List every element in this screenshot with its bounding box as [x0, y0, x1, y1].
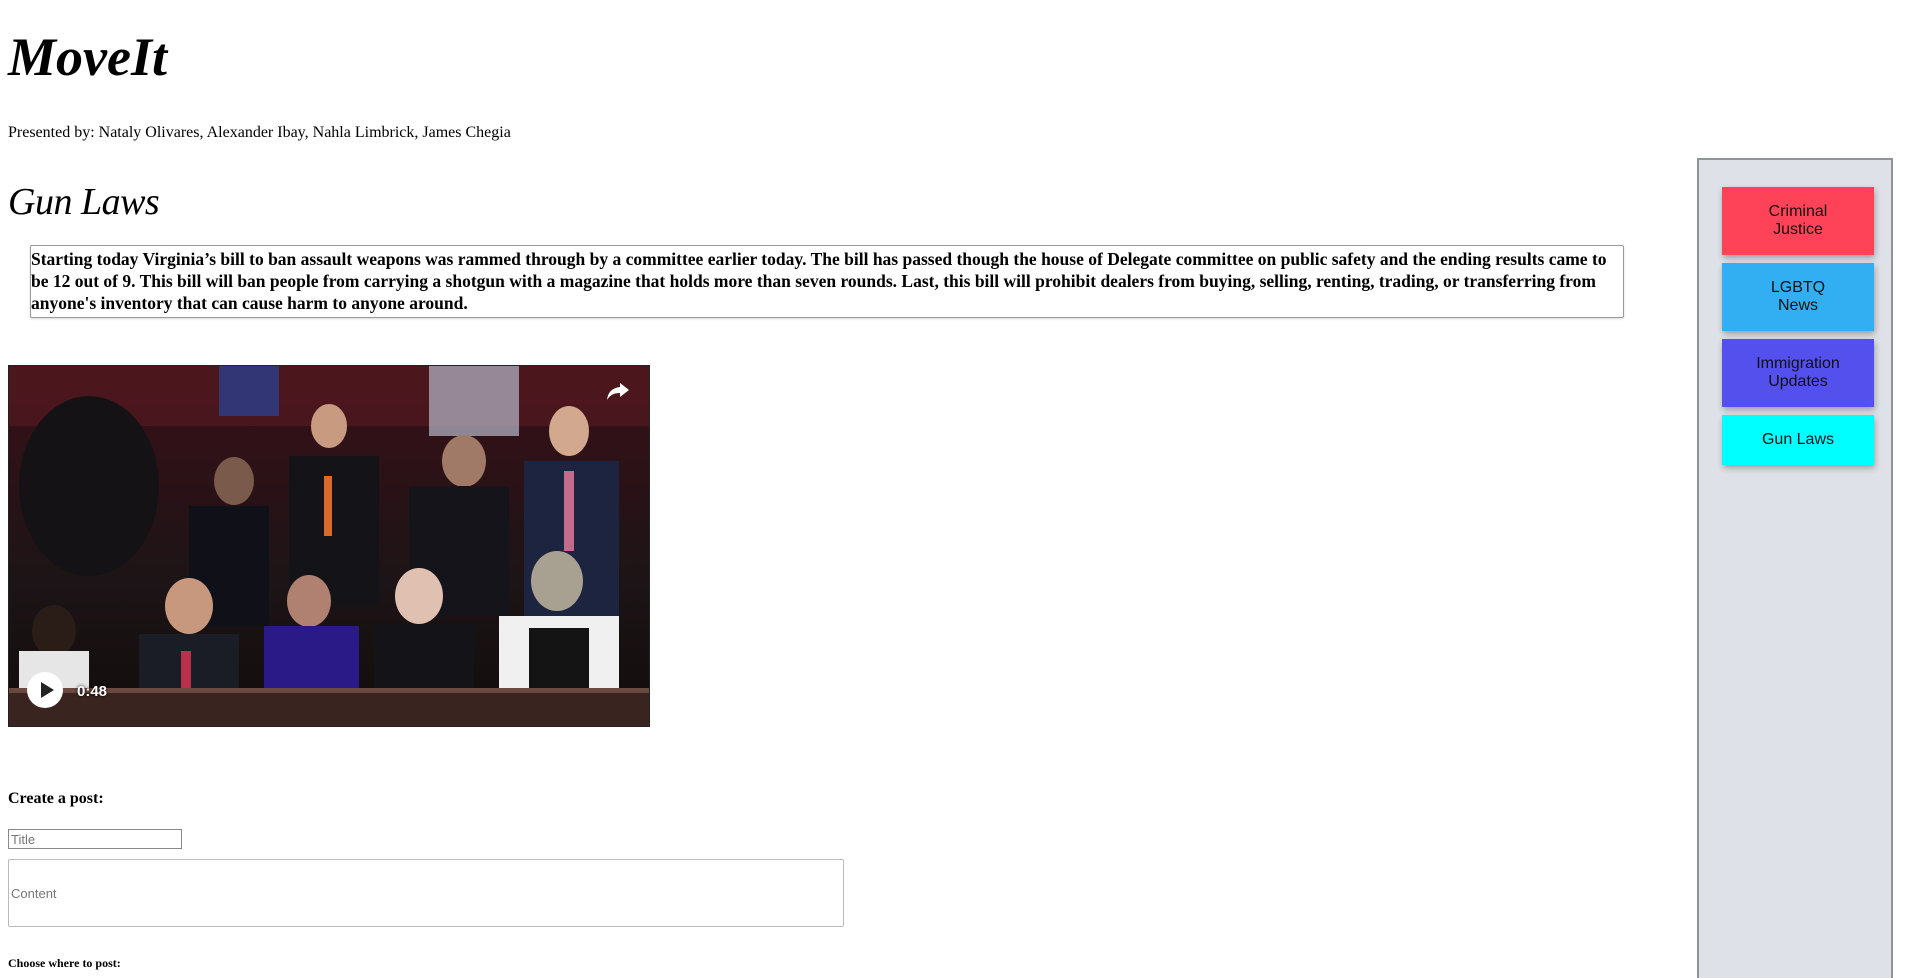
nav-immigration-updates-button[interactable]: Immigration Updates [1722, 339, 1874, 407]
video-player[interactable]: 0:48 [8, 365, 650, 727]
nav-gun-laws-button[interactable]: Gun Laws [1722, 415, 1874, 465]
page-heading: Gun Laws [8, 181, 160, 223]
site-title: MoveIt [8, 27, 167, 87]
nav-criminal-justice-button[interactable]: Criminal Justice [1722, 187, 1874, 255]
post-title-input[interactable] [8, 829, 182, 849]
video-duration: 0:48 [77, 683, 108, 700]
play-button[interactable] [27, 672, 63, 708]
nav-lgbtq-news-button[interactable]: LGBTQ News [1722, 263, 1874, 331]
share-icon [607, 383, 629, 400]
article-text: Starting today Virginia’s bill to ban as… [31, 249, 1607, 313]
sidebar: Criminal Justice LGBTQ News Immigration … [1697, 158, 1893, 978]
article-box: Starting today Virginia’s bill to ban as… [30, 245, 1624, 318]
presenters-line: Presented by: Nataly Olivares, Alexander… [8, 124, 511, 141]
post-content-input[interactable] [8, 859, 844, 927]
share-button[interactable] [603, 376, 633, 406]
create-post-label: Create a post: [8, 790, 104, 807]
choose-where-label: Choose where to post: [8, 956, 121, 970]
video-thumbnail [9, 366, 649, 726]
